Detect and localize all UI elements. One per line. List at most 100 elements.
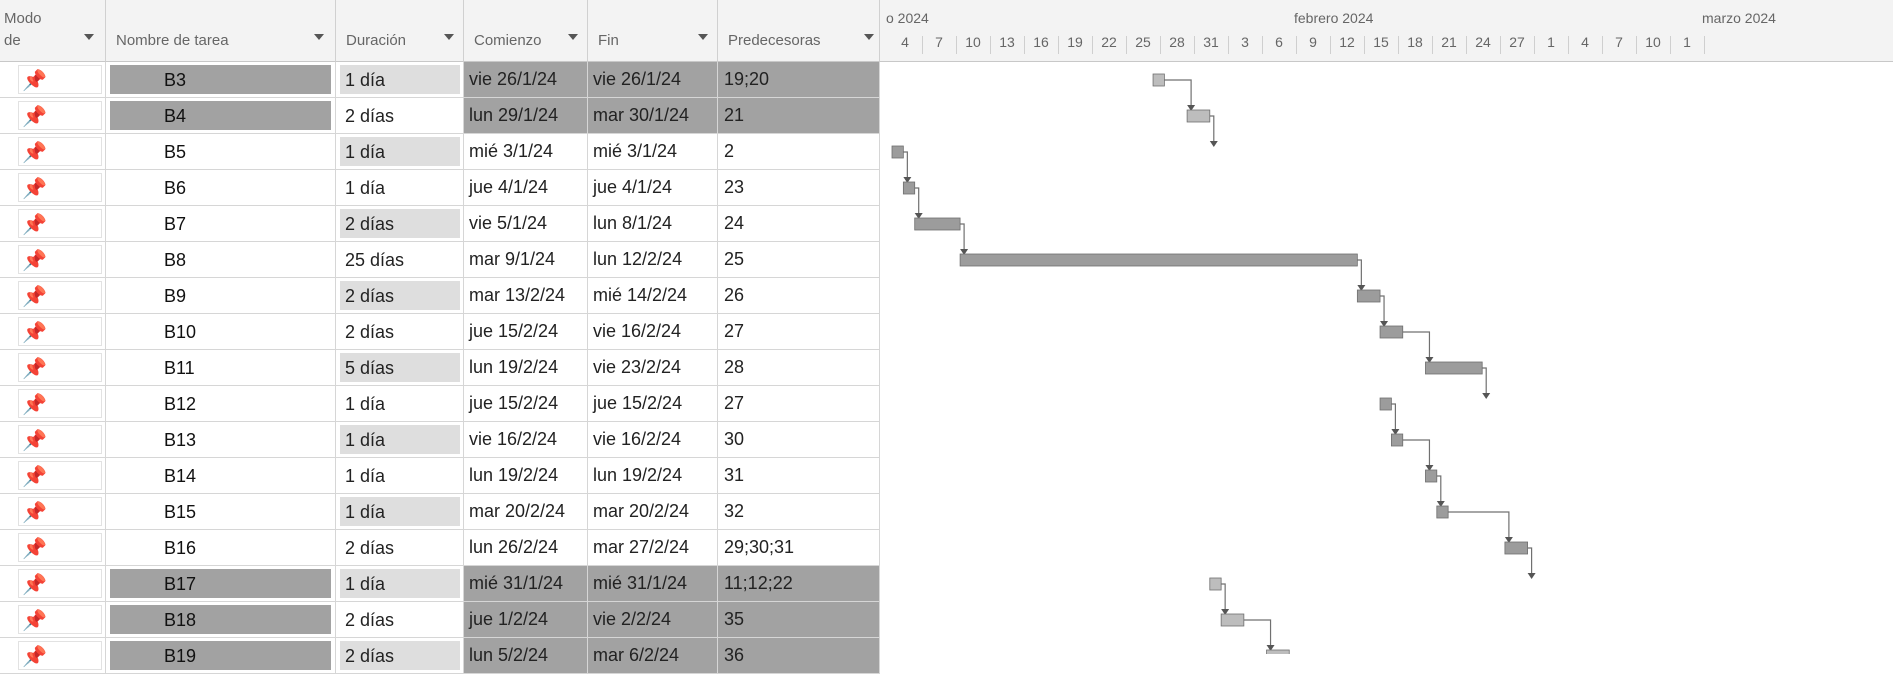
task-duration-cell[interactable]: 25 días xyxy=(336,242,464,278)
task-name-cell[interactable]: B15 xyxy=(106,494,336,530)
task-start-cell[interactable]: lun 19/2/24 xyxy=(464,350,588,386)
task-mode-cell[interactable]: 📌 xyxy=(0,98,106,134)
chevron-down-icon[interactable] xyxy=(864,34,874,40)
task-predecessors-cell[interactable]: 11;12;22 xyxy=(718,566,880,602)
chevron-down-icon[interactable] xyxy=(314,34,324,40)
task-duration-cell[interactable]: 1 día xyxy=(336,566,464,602)
task-mode-cell[interactable]: 📌 xyxy=(0,530,106,566)
task-duration-cell[interactable]: 1 día xyxy=(336,458,464,494)
task-start-cell[interactable]: jue 15/2/24 xyxy=(464,386,588,422)
table-row[interactable]: 📌 B19 2 días lun 5/2/24 mar 6/2/24 36 xyxy=(0,638,880,674)
task-start-cell[interactable]: mié 31/1/24 xyxy=(464,566,588,602)
task-predecessors-cell[interactable]: 32 xyxy=(718,494,880,530)
task-start-cell[interactable]: lun 5/2/24 xyxy=(464,638,588,674)
task-finish-cell[interactable]: mié 14/2/24 xyxy=(588,278,718,314)
task-predecessors-cell[interactable]: 26 xyxy=(718,278,880,314)
task-predecessors-cell[interactable]: 30 xyxy=(718,422,880,458)
task-predecessors-cell[interactable]: 21 xyxy=(718,98,880,134)
task-finish-cell[interactable]: vie 16/2/24 xyxy=(588,314,718,350)
task-predecessors-cell[interactable]: 27 xyxy=(718,314,880,350)
task-duration-cell[interactable]: 1 día xyxy=(336,62,464,98)
task-name-cell[interactable]: B18 xyxy=(106,602,336,638)
table-row[interactable]: 📌 B15 1 día mar 20/2/24 mar 20/2/24 32 xyxy=(0,494,880,530)
task-name-cell[interactable]: B19 xyxy=(106,638,336,674)
task-start-cell[interactable]: lun 26/2/24 xyxy=(464,530,588,566)
task-predecessors-cell[interactable]: 25 xyxy=(718,242,880,278)
task-start-cell[interactable]: mar 13/2/24 xyxy=(464,278,588,314)
column-header-start[interactable]: Comienzo xyxy=(464,0,588,62)
task-name-cell[interactable]: B6 xyxy=(106,170,336,206)
task-bar[interactable] xyxy=(1186,109,1211,123)
task-duration-cell[interactable]: 2 días xyxy=(336,530,464,566)
task-predecessors-cell[interactable]: 36 xyxy=(718,638,880,674)
task-bar[interactable] xyxy=(1436,505,1449,519)
task-predecessors-cell[interactable]: 29;30;31 xyxy=(718,530,880,566)
task-bar[interactable] xyxy=(1379,325,1404,339)
table-row[interactable]: 📌 B9 2 días mar 13/2/24 mié 14/2/24 26 xyxy=(0,278,880,314)
chevron-down-icon[interactable] xyxy=(84,34,94,40)
task-finish-cell[interactable]: mié 31/1/24 xyxy=(588,566,718,602)
task-name-cell[interactable]: B10 xyxy=(106,314,336,350)
task-mode-cell[interactable]: 📌 xyxy=(0,206,106,242)
task-mode-cell[interactable]: 📌 xyxy=(0,62,106,98)
task-mode-cell[interactable]: 📌 xyxy=(0,386,106,422)
task-finish-cell[interactable]: vie 26/1/24 xyxy=(588,62,718,98)
task-name-cell[interactable]: B7 xyxy=(106,206,336,242)
task-name-cell[interactable]: B3 xyxy=(106,62,336,98)
task-finish-cell[interactable]: jue 15/2/24 xyxy=(588,386,718,422)
column-header-duration[interactable]: Duración xyxy=(336,0,464,62)
column-header-predecessors[interactable]: Predecesoras xyxy=(718,0,880,62)
column-header-mode[interactable]: Modo de xyxy=(0,0,106,62)
task-duration-cell[interactable]: 2 días xyxy=(336,602,464,638)
task-name-cell[interactable]: B12 xyxy=(106,386,336,422)
task-finish-cell[interactable]: mié 3/1/24 xyxy=(588,134,718,170)
task-start-cell[interactable]: vie 16/2/24 xyxy=(464,422,588,458)
table-row[interactable]: 📌 B13 1 día vie 16/2/24 vie 16/2/24 30 xyxy=(0,422,880,458)
task-bar[interactable] xyxy=(1379,397,1392,411)
task-mode-cell[interactable]: 📌 xyxy=(0,458,106,494)
task-start-cell[interactable]: jue 15/2/24 xyxy=(464,314,588,350)
task-mode-cell[interactable]: 📌 xyxy=(0,566,106,602)
task-name-cell[interactable]: B16 xyxy=(106,530,336,566)
column-header-name[interactable]: Nombre de tarea xyxy=(106,0,336,62)
task-mode-cell[interactable]: 📌 xyxy=(0,242,106,278)
task-bar[interactable] xyxy=(891,145,904,159)
chevron-down-icon[interactable] xyxy=(698,34,708,40)
task-duration-cell[interactable]: 1 día xyxy=(336,134,464,170)
task-finish-cell[interactable]: vie 23/2/24 xyxy=(588,350,718,386)
task-predecessors-cell[interactable]: 28 xyxy=(718,350,880,386)
task-duration-cell[interactable]: 2 días xyxy=(336,278,464,314)
task-start-cell[interactable]: jue 1/2/24 xyxy=(464,602,588,638)
table-row[interactable]: 📌 B7 2 días vie 5/1/24 lun 8/1/24 24 xyxy=(0,206,880,242)
table-row[interactable]: 📌 B18 2 días jue 1/2/24 vie 2/2/24 35 xyxy=(0,602,880,638)
task-name-cell[interactable]: B8 xyxy=(106,242,336,278)
task-finish-cell[interactable]: vie 2/2/24 xyxy=(588,602,718,638)
task-mode-cell[interactable]: 📌 xyxy=(0,602,106,638)
task-finish-cell[interactable]: mar 30/1/24 xyxy=(588,98,718,134)
task-mode-cell[interactable]: 📌 xyxy=(0,350,106,386)
task-finish-cell[interactable]: jue 4/1/24 xyxy=(588,170,718,206)
task-finish-cell[interactable]: lun 8/1/24 xyxy=(588,206,718,242)
task-bar[interactable] xyxy=(902,181,916,195)
task-bar[interactable] xyxy=(1220,613,1245,627)
task-name-cell[interactable]: B11 xyxy=(106,350,336,386)
task-finish-cell[interactable]: mar 6/2/24 xyxy=(588,638,718,674)
task-name-cell[interactable]: B13 xyxy=(106,422,336,458)
table-row[interactable]: 📌 B11 5 días lun 19/2/24 vie 23/2/24 28 xyxy=(0,350,880,386)
task-finish-cell[interactable]: mar 27/2/24 xyxy=(588,530,718,566)
task-mode-cell[interactable]: 📌 xyxy=(0,494,106,530)
task-predecessors-cell[interactable]: 19;20 xyxy=(718,62,880,98)
task-start-cell[interactable]: mar 20/2/24 xyxy=(464,494,588,530)
task-mode-cell[interactable]: 📌 xyxy=(0,638,106,674)
task-start-cell[interactable]: lun 19/2/24 xyxy=(464,458,588,494)
table-row[interactable]: 📌 B12 1 día jue 15/2/24 jue 15/2/24 27 xyxy=(0,386,880,422)
task-predecessors-cell[interactable]: 35 xyxy=(718,602,880,638)
task-finish-cell[interactable]: mar 20/2/24 xyxy=(588,494,718,530)
task-bar[interactable] xyxy=(1266,649,1290,654)
task-bar[interactable] xyxy=(1504,541,1529,555)
task-bar[interactable] xyxy=(1152,73,1165,87)
task-finish-cell[interactable]: lun 12/2/24 xyxy=(588,242,718,278)
task-mode-cell[interactable]: 📌 xyxy=(0,170,106,206)
table-row[interactable]: 📌 B10 2 días jue 15/2/24 vie 16/2/24 27 xyxy=(0,314,880,350)
task-duration-cell[interactable]: 1 día xyxy=(336,494,464,530)
